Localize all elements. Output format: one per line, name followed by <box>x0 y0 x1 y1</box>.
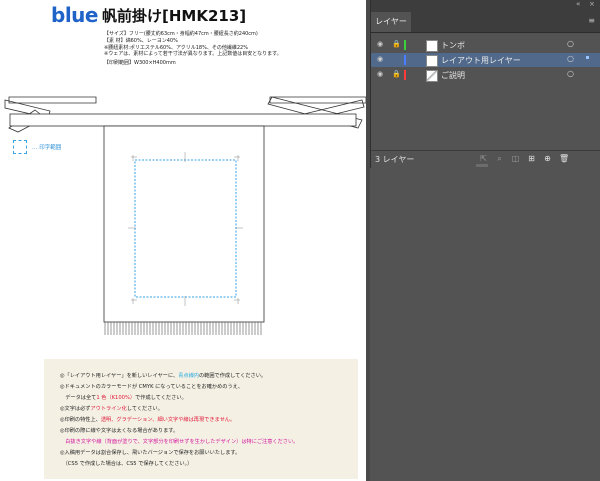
delete-layer-icon[interactable]: 🗑 <box>559 154 569 163</box>
new-layer-icon[interactable]: ⊕ <box>543 154 552 163</box>
instruction-text: で作成してください。 <box>135 395 187 401</box>
waistband <box>9 113 357 127</box>
layer-row-3[interactable]: ◉ 🔒 ご説明 ○ <box>371 68 600 82</box>
apron-body <box>103 125 265 323</box>
instructions-box: ◎「レイアウト用レイヤー」を新しいレイヤーに、青点線内の範囲で作成してください。… <box>44 359 358 479</box>
instruction-text: 青点線内 <box>178 373 199 379</box>
layer-row-1[interactable]: ◉ 🔒 トンボ ○ <box>371 38 600 52</box>
make-clipping-mask-icon[interactable]: ◫ <box>511 154 520 163</box>
instruction-line: ◎「レイアウト用レイヤー」を新しいレイヤーに、青点線内の範囲で作成してください。 <box>60 373 266 379</box>
spec-material: 【素 材】綿60%、レーヨン40% <box>104 38 178 44</box>
instruction-text: ◎文字は必ず <box>60 406 91 412</box>
instruction-line: ◎入稿用データは割合保存し、飛いたバージョンで保存をお願いいたします。 <box>60 450 240 456</box>
layer-row-2[interactable]: ◉ レイアウト用レイヤー ○ <box>371 53 600 67</box>
layer-color-indicator <box>404 70 406 80</box>
locate-object-icon[interactable]: ⌕ <box>495 154 504 163</box>
layer-color-indicator <box>404 55 406 65</box>
create-sublayer-icon[interactable]: ⊞ <box>527 154 536 163</box>
instruction-line: 白抜き文字や線（背面が塗りで、文字部分を印刷せずを生かしたデザイン）は特にご注意… <box>60 439 298 445</box>
panel-menu-icon[interactable]: ≡ <box>588 16 595 25</box>
instruction-text: （CS5 で作成した場合は、CS5 で保存してください。） <box>60 461 193 467</box>
instruction-text: ◎印刷の特性上、 <box>60 417 101 423</box>
instruction-line: ◎印刷の特性上、透明、グラデーション、細い文字や線は再現できません。 <box>60 417 235 423</box>
instruction-text: 透明、グラデーション、細い文字や線は再現できません。 <box>100 417 236 423</box>
target-circle-icon[interactable]: ○ <box>567 69 574 78</box>
panel-title-bar[interactable]: « × <box>371 0 600 10</box>
instruction-text: ◎印刷の際に線や文字は太くなる場合があります。 <box>60 428 179 434</box>
instruction-text: ◎ドキュメントのカラーモードが CMYK になっていることをお確かめのうえ、 <box>60 384 244 390</box>
layer-name[interactable]: ご説明 <box>441 70 465 81</box>
layers-panel[interactable]: « × レイヤー ≡ ◉ 🔒 トンボ ○ ◉ レイアウト用レイヤー ○ ◉ 🔒 ご説明 ○ 3 レイ… <box>370 0 600 169</box>
instruction-text: 白抜き文字や線（背面が塗りで、文字部分を印刷せずを生かしたデザイン）は特にご注意… <box>60 439 299 445</box>
layer-name[interactable]: トンボ <box>441 40 465 51</box>
lock-icon[interactable]: 🔒 <box>392 70 401 78</box>
lock-icon[interactable]: 🔒 <box>392 40 401 48</box>
visibility-eye-icon[interactable]: ◉ <box>377 55 383 63</box>
layer-name[interactable]: レイアウト用レイヤー <box>441 55 521 66</box>
print-range-legend-swatch <box>13 140 27 154</box>
instruction-line: ◎印刷の際に線や文字は太くなる場合があります。 <box>60 428 178 434</box>
instruction-text: 1 色（K100%） <box>96 395 136 401</box>
spec-print-range: 【印刷範囲】W300×H400mm <box>104 60 176 66</box>
layer-thumbnail <box>426 55 438 67</box>
close-panel-icon[interactable]: × <box>589 0 595 8</box>
instruction-line: データは全て1 色（K100%）で作成してください。 <box>60 395 187 401</box>
instruction-text: の範囲で作成してください。 <box>198 373 267 379</box>
layer-count: 3 レイヤー <box>375 155 415 164</box>
instruction-line: （CS5 で作成した場合は、CS5 で保存してください。） <box>60 461 192 467</box>
left-waist-tie <box>8 96 97 104</box>
panel-tab-strip: レイヤー ≡ <box>371 10 600 33</box>
instruction-text: アウトライン化 <box>90 406 127 412</box>
spec-note: ※ウェアは、素材によって若干寸法が異なります。上記数値は目安となります。 <box>104 51 282 57</box>
instruction-text: データは全て <box>60 395 97 401</box>
brand-logo: blue <box>51 3 98 27</box>
layer-thumbnail <box>426 70 438 82</box>
print-range-legend-label: … 印字範囲 <box>32 145 62 151</box>
collapse-panel-icon[interactable]: « <box>576 0 580 8</box>
collect-export-icon[interactable]: ⇱ <box>479 154 488 163</box>
instruction-text: ◎入稿用データは割合保存し、飛いたバージョンで保存をお願いいたします。 <box>60 450 241 456</box>
tab-layers[interactable]: レイヤー <box>371 12 411 32</box>
artboard-canvas[interactable]: blue 帆前掛け[HMK213] 【サイズ】フリー(腰丈約63cm・身幅約47… <box>0 0 366 481</box>
instruction-text: してください。 <box>126 406 163 412</box>
instruction-text: ◎「レイアウト用レイヤー」を新しいレイヤーに、 <box>60 373 179 379</box>
visibility-eye-icon[interactable]: ◉ <box>377 70 383 78</box>
product-title: 帆前掛け[HMK213] <box>102 7 247 25</box>
visibility-eye-icon[interactable]: ◉ <box>377 40 383 48</box>
layer-color-indicator <box>404 40 406 50</box>
instruction-line: ◎文字は必ずアウトライン化してください。 <box>60 406 163 412</box>
panel-resize-grip[interactable] <box>476 164 488 167</box>
instruction-line: ◎ドキュメントのカラーモードが CMYK になっていることをお確かめのうえ、 <box>60 384 243 390</box>
target-circle-icon[interactable]: ○ <box>567 54 574 63</box>
spec-size: 【サイズ】フリー(腰丈約63cm・身幅約47cm・腰紐長さ約240cm) <box>104 31 258 37</box>
current-layer-indicator <box>586 56 589 59</box>
apron-fringe <box>104 322 262 335</box>
layer-thumbnail <box>426 40 438 52</box>
target-circle-icon[interactable]: ○ <box>567 39 574 48</box>
